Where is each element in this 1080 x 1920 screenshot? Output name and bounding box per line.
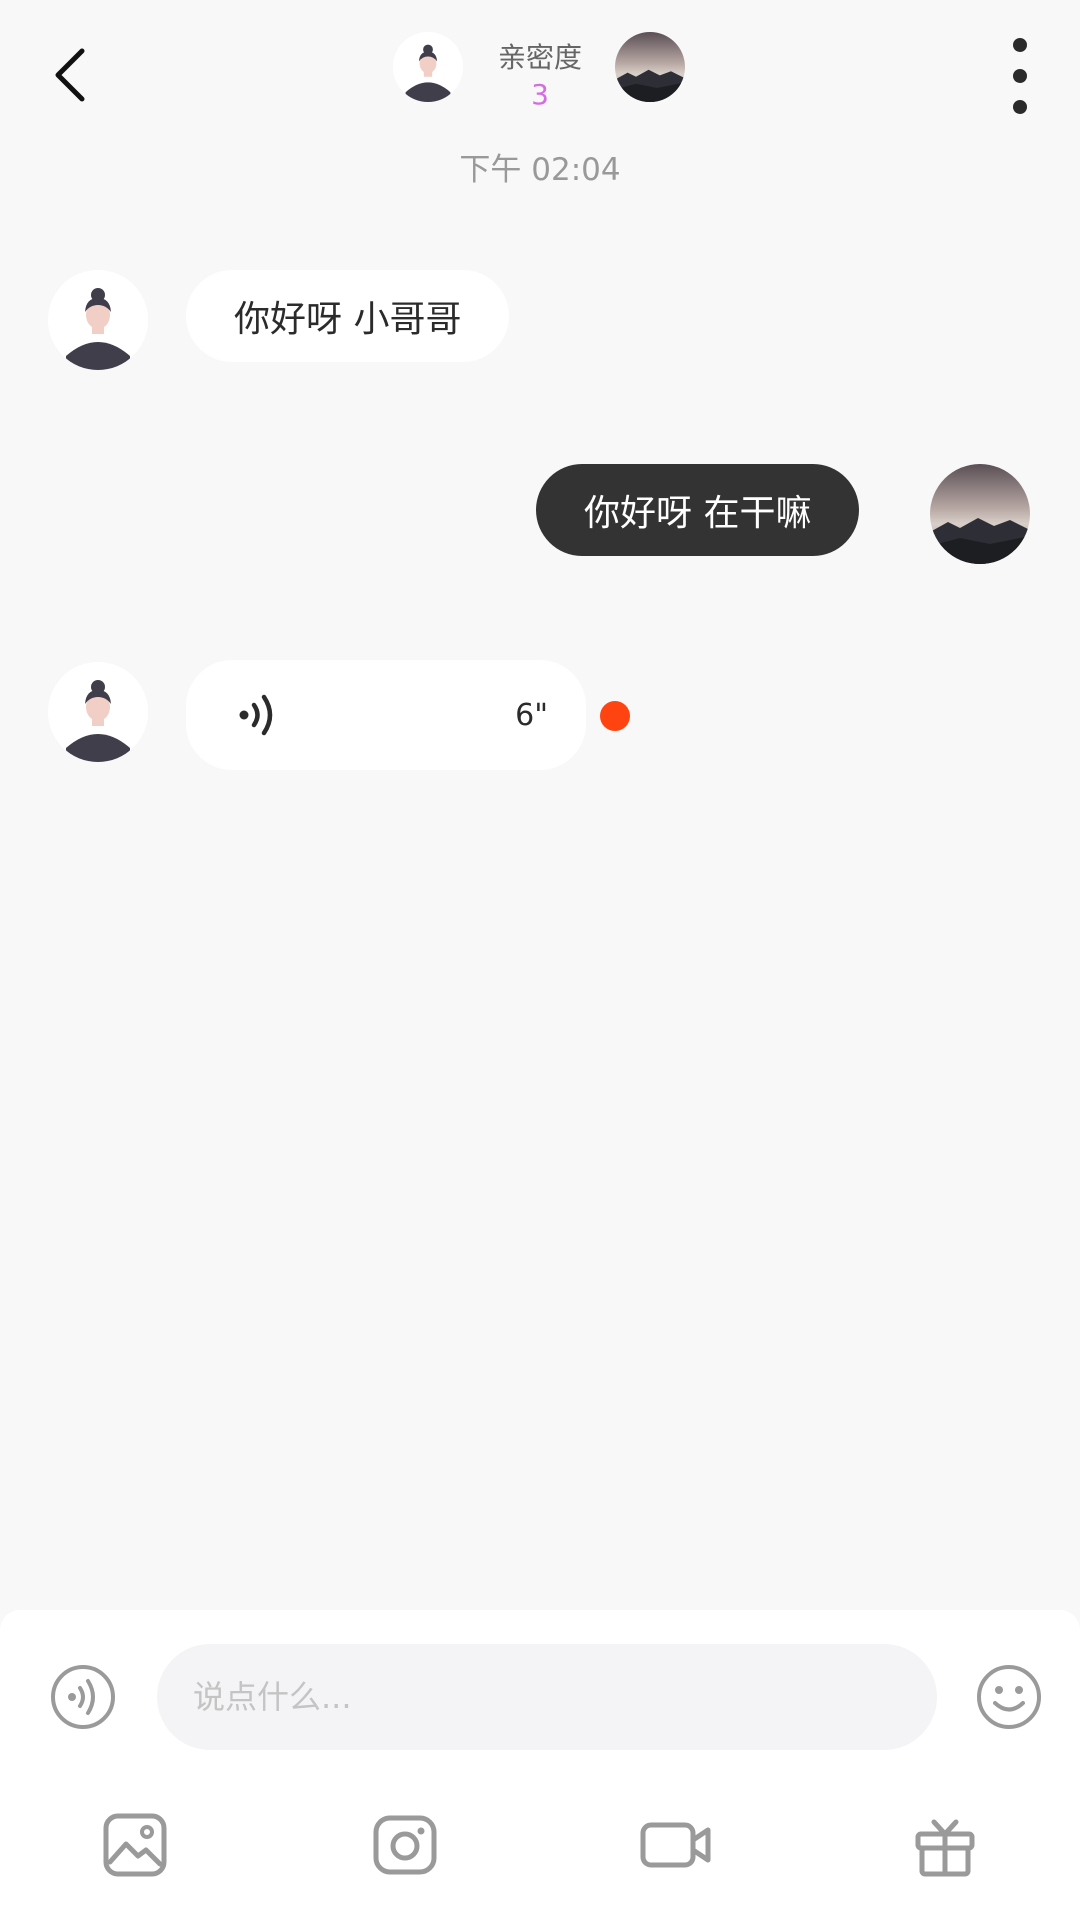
smiley-icon xyxy=(977,1665,1041,1729)
my-avatar[interactable] xyxy=(615,32,685,102)
sender-avatar[interactable] xyxy=(48,270,148,370)
message-timestamp: 下午 02:04 xyxy=(459,152,621,188)
back-button[interactable] xyxy=(40,40,100,110)
unread-indicator xyxy=(600,701,630,731)
voice-duration: 6" xyxy=(515,697,548,733)
voice-message-bubble[interactable]: 6" xyxy=(186,660,586,770)
chevron-left-icon xyxy=(55,48,85,102)
message-text: 你好呀 小哥哥 xyxy=(234,299,462,340)
voice-toggle-icon xyxy=(51,1665,115,1729)
image-icon xyxy=(103,1813,167,1877)
female-avatar-icon xyxy=(48,662,148,762)
gift-icon xyxy=(915,1819,975,1877)
landscape-avatar-icon xyxy=(930,464,1030,564)
gift-button[interactable] xyxy=(912,1812,978,1878)
message-text: 你好呀 在干嘛 xyxy=(584,493,812,534)
message-input[interactable] xyxy=(157,1644,937,1750)
camera-button[interactable] xyxy=(372,1812,438,1878)
landscape-avatar-icon xyxy=(615,32,685,102)
more-options-button[interactable] xyxy=(1000,38,1040,114)
female-avatar-icon xyxy=(48,270,148,370)
message-bubble-outgoing[interactable]: 你好呀 在干嘛 xyxy=(536,464,860,556)
voice-input-toggle[interactable] xyxy=(50,1664,116,1730)
emoji-button[interactable] xyxy=(976,1664,1042,1730)
voice-wave-icon xyxy=(239,694,273,736)
camera-icon xyxy=(373,1815,437,1875)
contact-avatar[interactable] xyxy=(393,32,463,102)
image-button[interactable] xyxy=(102,1812,168,1878)
chat-screen: 亲密度 3 下午 02:04 你好呀 小哥哥 你好呀 在干嘛 6" 说点什么..… xyxy=(0,0,1080,1920)
video-call-button[interactable] xyxy=(640,1812,712,1878)
sender-avatar[interactable] xyxy=(48,662,148,762)
my-message-avatar[interactable] xyxy=(930,464,1030,564)
intimacy-value: 3 xyxy=(531,78,549,111)
video-icon xyxy=(640,1822,711,1868)
message-bubble-incoming[interactable]: 你好呀 小哥哥 xyxy=(186,270,510,362)
female-avatar-icon xyxy=(393,32,463,102)
more-dots-icon xyxy=(1013,38,1027,52)
intimacy-label: 亲密度 xyxy=(497,41,582,74)
